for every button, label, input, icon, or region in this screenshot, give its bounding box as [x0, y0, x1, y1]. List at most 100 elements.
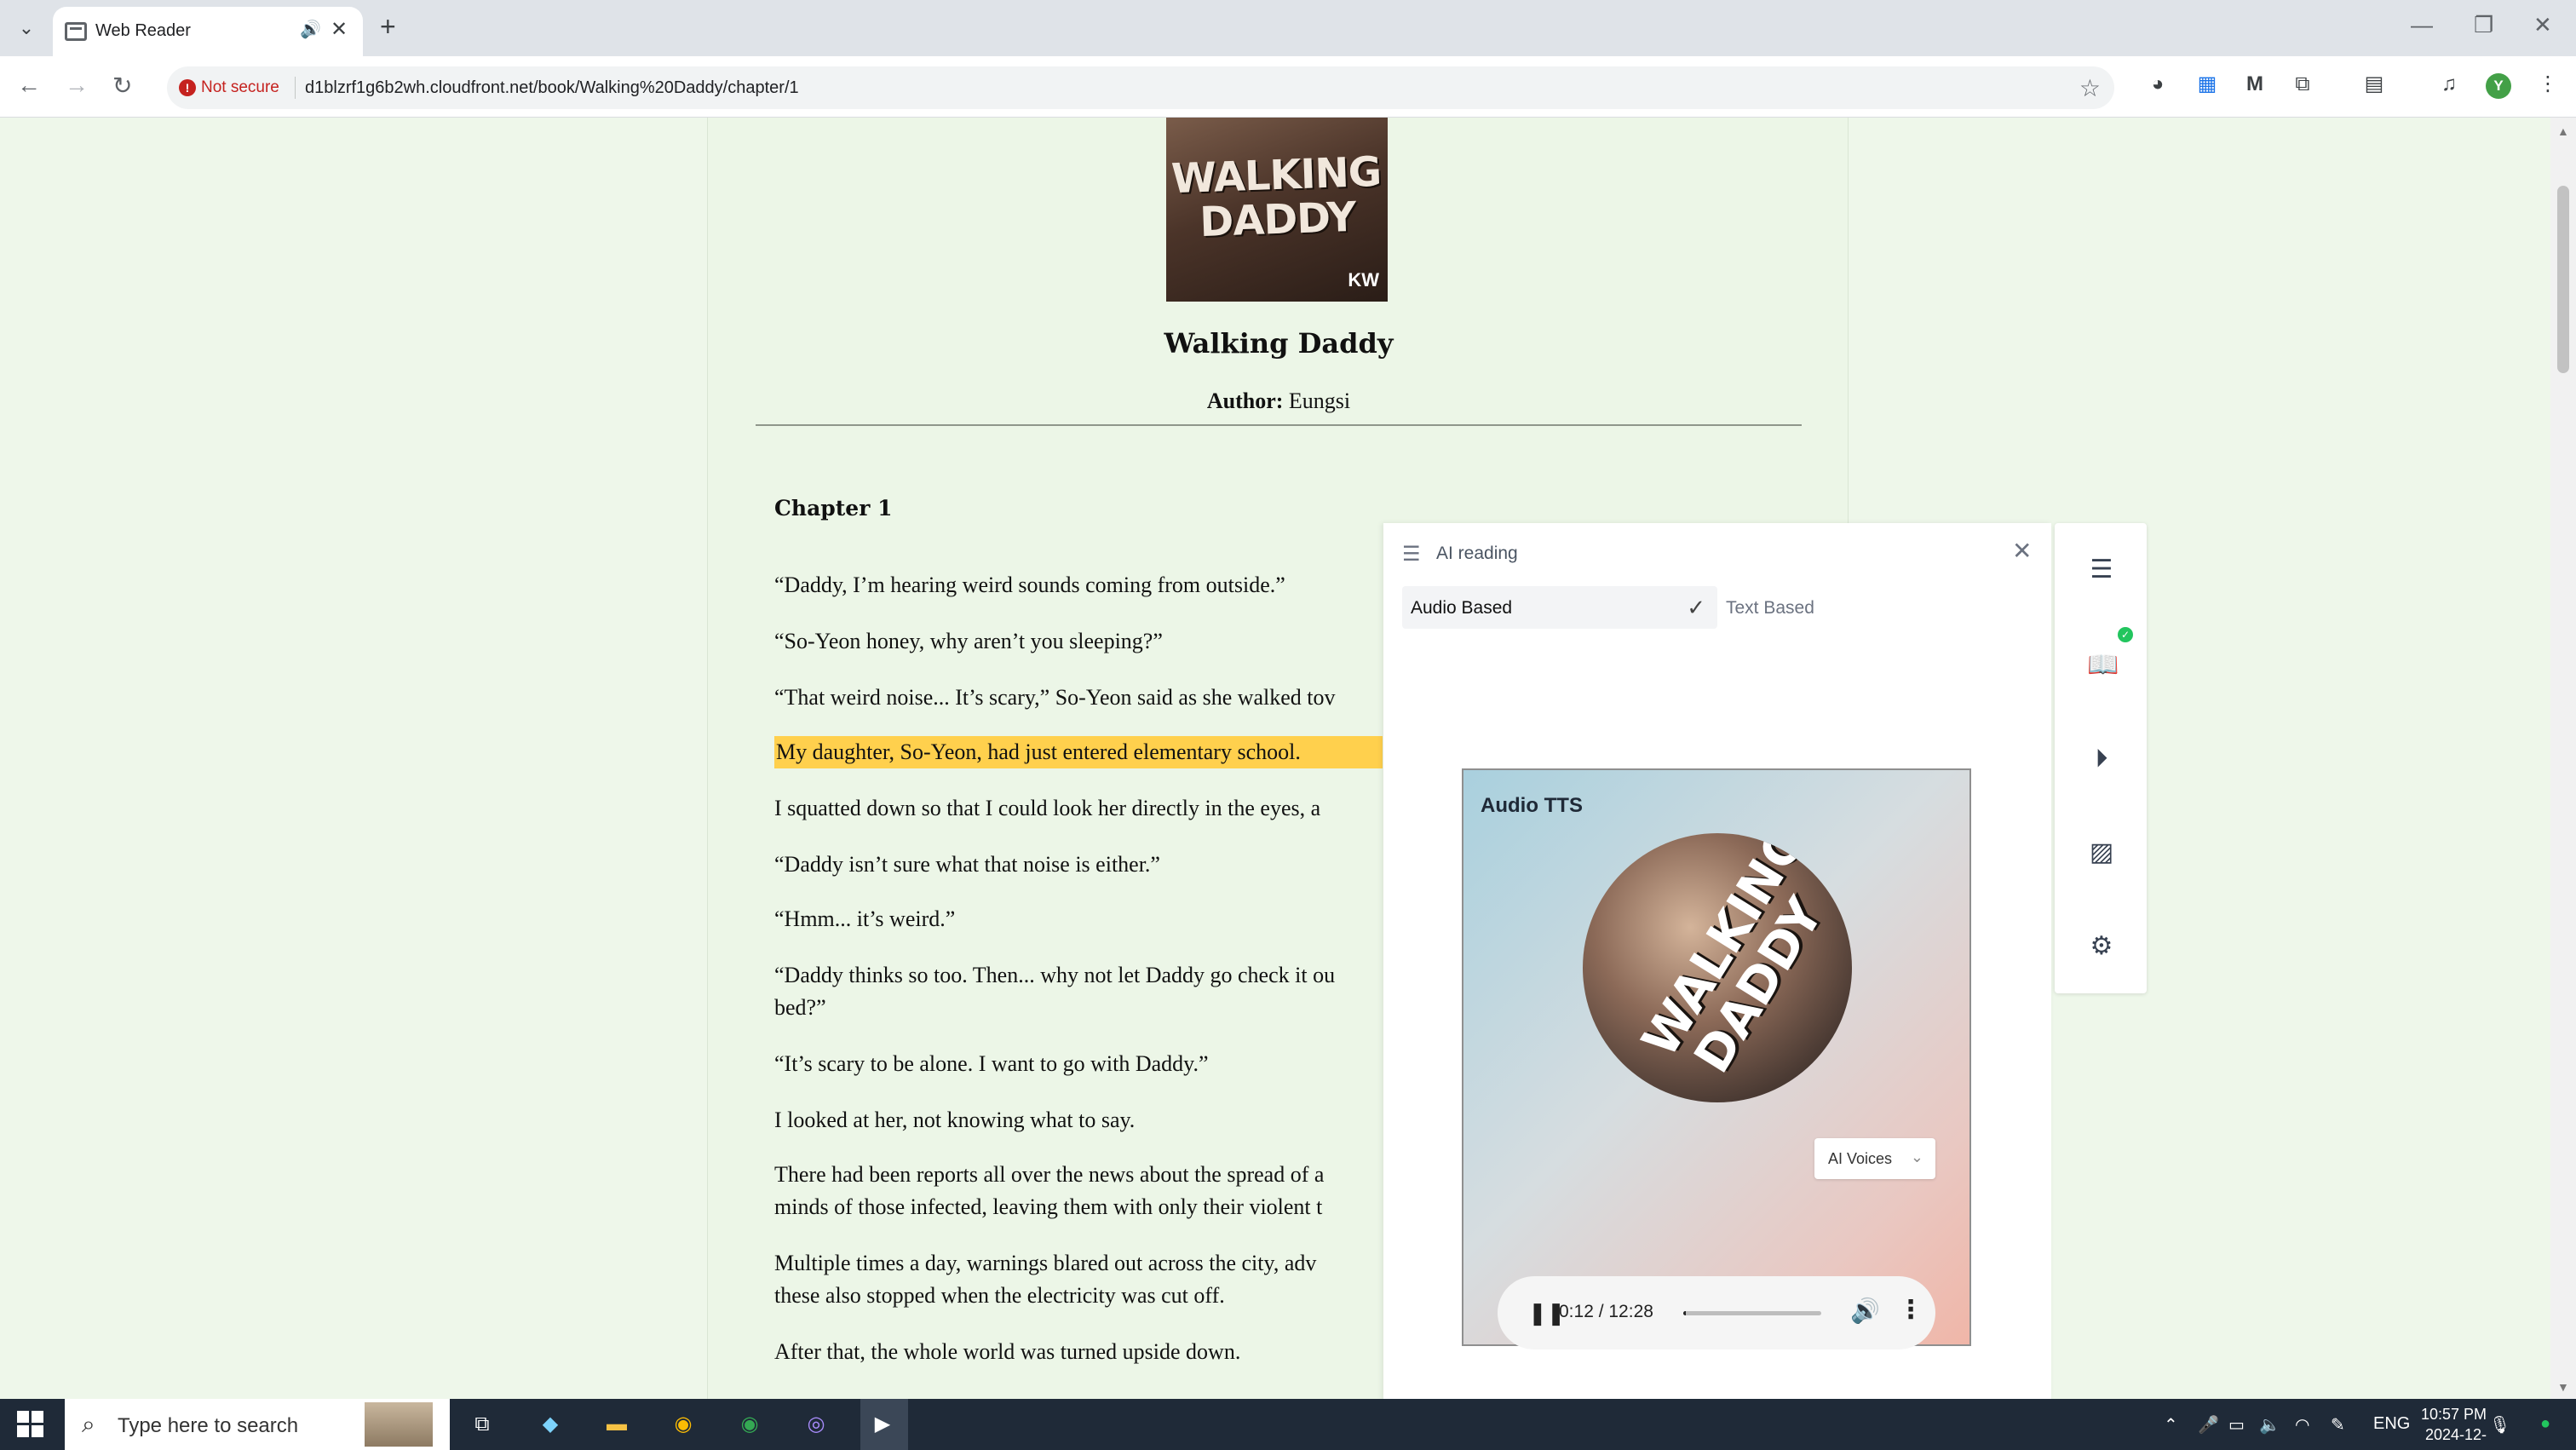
volume-icon[interactable]: 🔊 [1850, 1297, 1880, 1325]
browser-tab[interactable]: Web Reader 🔊 ✕ [53, 7, 363, 56]
media-control-icon[interactable]: ♫ [2436, 72, 2462, 97]
reload-icon[interactable]: ↻ [112, 72, 132, 100]
reader-side-rail: ☰ 📖 ✓ ⏵ ▨ ⚙ [2055, 523, 2147, 993]
tab-close-icon[interactable]: ✕ [331, 17, 348, 42]
play-circle-icon[interactable]: ⏵ [2087, 745, 2116, 774]
not-secure-icon: ! [179, 79, 196, 96]
list-icon: ☰ [1402, 543, 1421, 566]
paragraph: Multiple times a day, warnings blared ou… [774, 1251, 1317, 1275]
paragraph-highlighted: My daughter, So-Yeon, had just entered e… [774, 736, 1383, 768]
restore-icon[interactable]: ❐ [2474, 12, 2493, 38]
paragraph: I looked at her, not knowing what to say… [774, 1108, 1136, 1132]
minimize-icon[interactable]: — [2411, 12, 2433, 38]
cover-publisher-mark: KW [1348, 269, 1379, 291]
security-label[interactable]: Not secure [201, 78, 279, 97]
paragraph: “Daddy, I’m hearing weird sounds coming … [774, 573, 1285, 597]
url-separator [295, 77, 296, 99]
album-art-disc: WALKING DADDY [1583, 833, 1852, 1102]
bookmark-star-icon[interactable]: ☆ [2079, 74, 2101, 102]
author-name: Eungsi [1288, 388, 1351, 413]
microphone-icon[interactable]: 🎤 [2198, 1414, 2219, 1436]
ai-panel-title: AI reading [1436, 544, 1518, 563]
tab-audio-icon[interactable]: 🔊 [300, 19, 321, 40]
paragraph: bed?” [774, 995, 826, 1020]
book-author: Author: Eungsi [708, 388, 1849, 414]
tab-search-chevron-icon[interactable]: ⌄ [12, 14, 41, 43]
playback-progress-fill [1683, 1311, 1686, 1315]
file-explorer-icon[interactable]: ▬ [600, 1407, 634, 1441]
discord-icon[interactable]: ◎ [799, 1407, 833, 1441]
extensions-puzzle-icon[interactable]: ⧉ [2290, 72, 2315, 97]
window-close-icon[interactable]: ✕ [2533, 12, 2552, 38]
profile-avatar[interactable]: Y [2486, 73, 2511, 99]
page-favicon-icon [65, 22, 87, 41]
paragraph: “That weird noise... It’s scary,” So-Yeo… [774, 685, 1336, 710]
playback-time: 0:12 / 12:28 [1559, 1302, 1653, 1321]
taskbar-search-placeholder: Type here to search [118, 1414, 299, 1437]
browser-toolbar: ← → ↻ ! Not secure d1blzrf1g6b2wh.cloudf… [0, 56, 2576, 118]
scroll-down-icon[interactable]: ▼ [2557, 1380, 2569, 1394]
search-icon: ⌕ [82, 1411, 95, 1437]
paragraph: There had been reports all over the news… [774, 1162, 1325, 1187]
audio-tts-card: Audio TTS WALKING DADDY AI Voices ⌄ ❚❚ 0… [1462, 768, 1971, 1349]
check-icon: ✓ [1687, 595, 1705, 620]
side-panel-icon[interactable]: ▤ [2361, 72, 2387, 97]
back-icon[interactable]: ← [17, 72, 41, 99]
paragraph: I squatted down so that I could look her… [774, 796, 1321, 820]
taskbar-clock[interactable]: 10:57 PM 2024-12- [2421, 1404, 2487, 1445]
network-icon[interactable]: ◠ [2295, 1414, 2309, 1436]
speaker-icon[interactable]: 🔈 [2259, 1414, 2280, 1436]
chevron-down-icon: ⌄ [1910, 1148, 1923, 1165]
book-icon[interactable]: 📖 [2087, 651, 2119, 680]
more-options-icon[interactable]: ⋮ [1898, 1295, 1923, 1325]
header-divider [756, 424, 1802, 426]
scroll-up-icon[interactable]: ▲ [2557, 124, 2569, 138]
settings-icon[interactable]: ⚙ [2087, 932, 2116, 961]
ai-reading-panel: ☰ AI reading ✕ Audio Based ✓ Text Based … [1383, 523, 2051, 1399]
url-text[interactable]: d1blzrf1g6b2wh.cloudfront.net/book/Walki… [305, 78, 799, 98]
book-cover-image: WALKING DADDY KW [1166, 118, 1388, 302]
playback-progress-bar[interactable] [1683, 1311, 1821, 1315]
ai-voices-dropdown[interactable]: AI Voices ⌄ [1814, 1138, 1935, 1179]
new-tab-button[interactable]: + [380, 12, 396, 41]
paragraph: After that, the whole world was turned u… [774, 1339, 1241, 1364]
chrome-icon[interactable]: ◉ [666, 1407, 700, 1441]
windows-start-icon[interactable] [17, 1411, 44, 1438]
tab-title: Web Reader [95, 21, 191, 40]
media-player-icon[interactable]: ▶ [865, 1407, 900, 1441]
address-bar[interactable]: ! Not secure d1blzrf1g6b2wh.cloudfront.n… [167, 66, 2114, 109]
page-scrollbar[interactable]: ▲ ▼ [2550, 118, 2576, 1399]
extension-incognito-icon[interactable]: ◕ [2145, 72, 2171, 97]
tts-card-label: Audio TTS [1481, 794, 1583, 817]
image-icon[interactable]: ▨ [2087, 838, 2116, 867]
taskbar-search-box[interactable]: ⌕ Type here to search [65, 1399, 450, 1450]
audio-player: ❚❚ 0:12 / 12:28 🔊 ⋮ [1498, 1276, 1935, 1349]
text-based-option[interactable]: Text Based [1726, 598, 1814, 619]
extension-m-icon[interactable]: M [2242, 72, 2268, 97]
extension-grid-icon[interactable]: ▦ [2194, 72, 2220, 97]
search-highlight-image [365, 1402, 433, 1447]
forward-icon[interactable]: → [65, 72, 89, 99]
active-badge-icon: ✓ [2118, 627, 2133, 642]
display-icon[interactable]: ▭ [2228, 1414, 2245, 1436]
tray-overflow-icon[interactable]: ⌃ [2164, 1414, 2178, 1436]
scroll-thumb[interactable] [2557, 186, 2569, 373]
list-icon[interactable]: ☰ [2087, 555, 2116, 584]
notification-icon[interactable]: ● [2540, 1414, 2550, 1434]
paragraph: “Hmm... it’s weird.” [774, 906, 956, 931]
voice-access-icon[interactable]: 🎙 [2489, 1414, 2510, 1436]
author-label: Author: [1206, 388, 1284, 413]
paragraph: “Daddy isn’t sure what that noise is eit… [774, 852, 1160, 877]
browser-menu-icon[interactable]: ⋮ [2535, 72, 2561, 97]
pen-icon[interactable]: ✎ [2331, 1414, 2345, 1436]
paragraph: these also stopped when the electricity … [774, 1283, 1225, 1308]
chrome-profile-icon[interactable]: ◉ [733, 1407, 767, 1441]
paragraph: “So-Yeon honey, why aren’t you sleeping?… [774, 629, 1163, 653]
copilot-icon[interactable]: ◆ [533, 1407, 567, 1441]
close-icon[interactable]: ✕ [2012, 537, 2032, 565]
clock-date: 2024-12- [2424, 1426, 2487, 1443]
web-page: WALKING DADDY KW Walking Daddy Author: E… [0, 118, 2576, 1399]
task-view-icon[interactable]: ⧉ [465, 1407, 499, 1441]
audio-based-option[interactable]: Audio Based ✓ [1402, 586, 1717, 629]
language-indicator[interactable]: ENG [2373, 1414, 2410, 1434]
